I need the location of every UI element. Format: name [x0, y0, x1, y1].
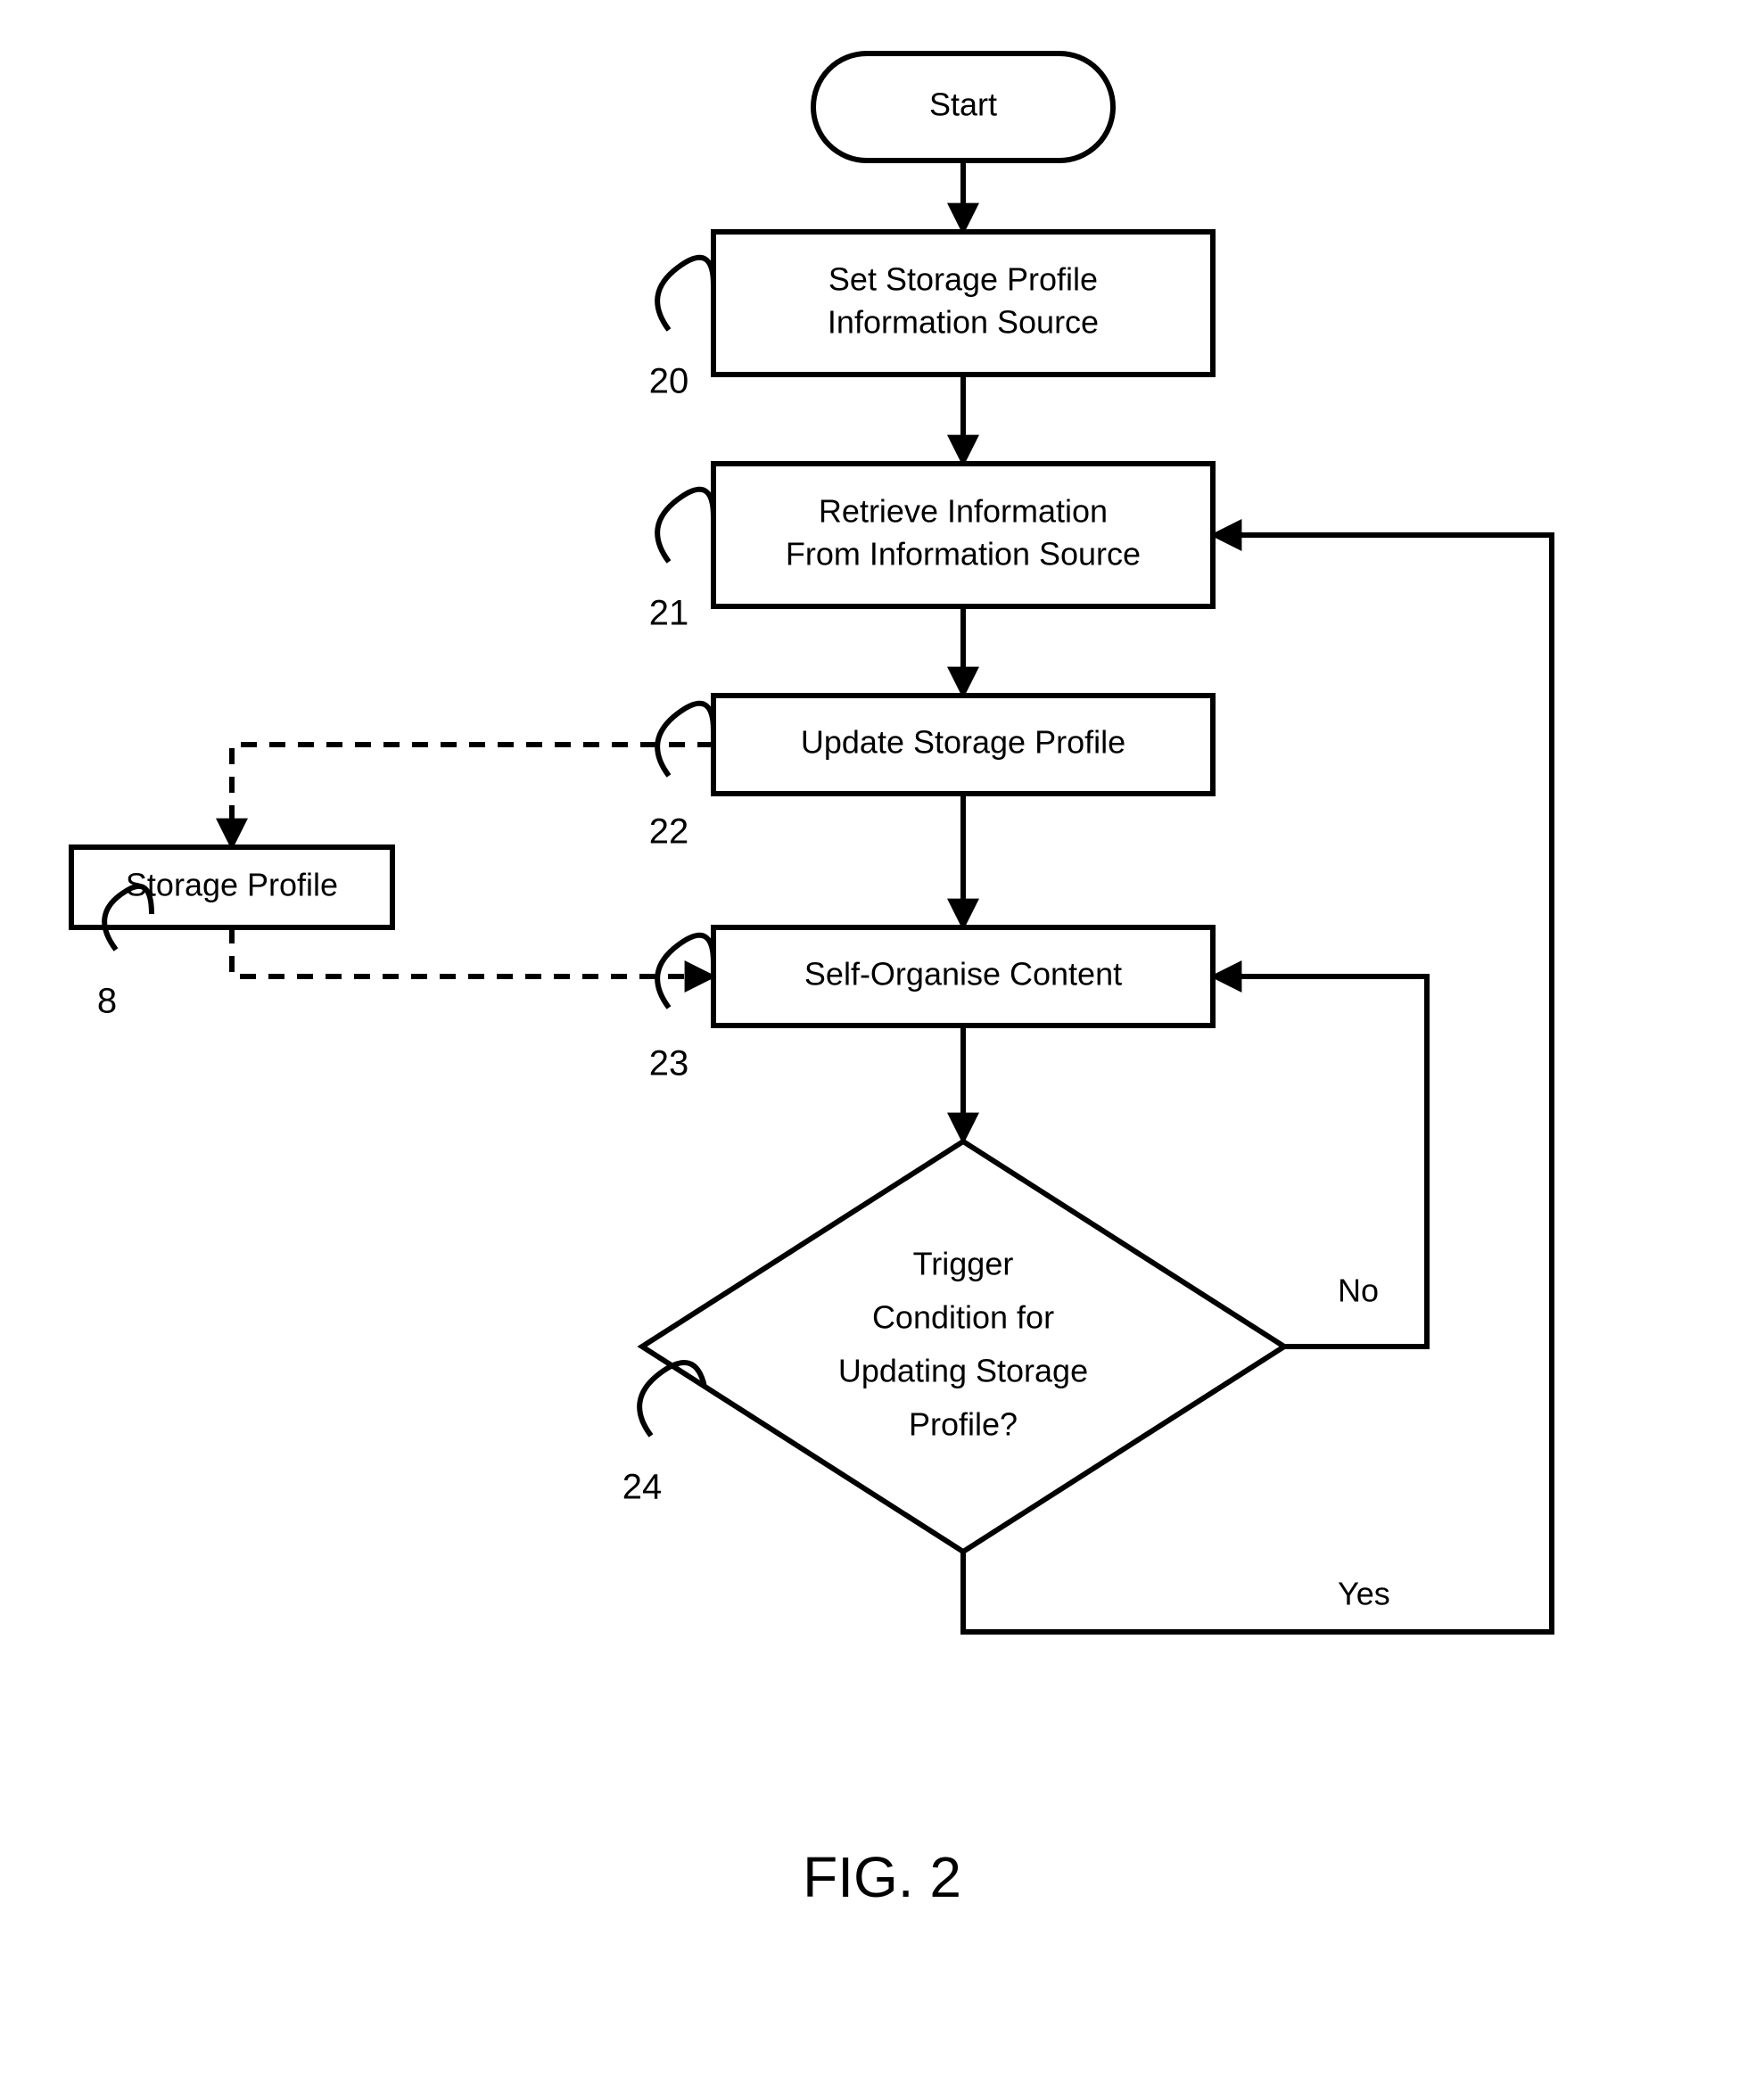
- edge-no: [1213, 976, 1427, 1347]
- decision-line3: Updating Storage: [838, 1353, 1088, 1389]
- start-node: Start: [813, 54, 1113, 161]
- ref-22: 22: [649, 812, 689, 852]
- decision-line4: Profile?: [909, 1406, 1018, 1443]
- squiggle-20: [657, 258, 713, 330]
- ref-8: 8: [97, 982, 117, 1021]
- set-source-line2: Information Source: [828, 304, 1099, 341]
- set-source-line1: Set Storage Profile: [828, 261, 1098, 298]
- ref-23: 23: [649, 1044, 689, 1083]
- storage-profile-text: Storage Profile: [126, 867, 338, 903]
- ref-24: 24: [622, 1468, 663, 1507]
- update-node: Update Storage Profile: [713, 696, 1213, 794]
- squiggle-21: [657, 490, 713, 562]
- organise-text: Self-Organise Content: [804, 956, 1122, 993]
- storage-profile-node: Storage Profile: [71, 847, 392, 927]
- retrieve-line2: From Information Source: [786, 536, 1141, 573]
- squiggle-23: [657, 935, 713, 1008]
- retrieve-node: Retrieve Information From Information So…: [713, 464, 1213, 606]
- ref-21: 21: [649, 594, 689, 633]
- edge-no-label: No: [1338, 1273, 1379, 1309]
- decision-line1: Trigger: [913, 1246, 1014, 1282]
- figure-label: FIG. 2: [803, 1845, 961, 1909]
- start-label: Start: [929, 86, 997, 123]
- decision-line2: Condition for: [872, 1299, 1054, 1336]
- flowchart-diagram: Start Set Storage Profile Information So…: [0, 0, 1764, 2076]
- retrieve-line1: Retrieve Information: [819, 493, 1108, 530]
- edge-update-to-storageprofile: [232, 745, 713, 847]
- squiggle-22: [657, 704, 713, 776]
- set-source-node: Set Storage Profile Information Source: [713, 232, 1213, 375]
- edge-storageprofile-to-organise: [232, 927, 713, 976]
- decision-node: Trigger Condition for Updating Storage P…: [642, 1141, 1284, 1552]
- organise-node: Self-Organise Content: [713, 927, 1213, 1026]
- edge-yes-label: Yes: [1338, 1576, 1390, 1612]
- ref-20: 20: [649, 362, 689, 401]
- update-text: Update Storage Profile: [801, 724, 1125, 761]
